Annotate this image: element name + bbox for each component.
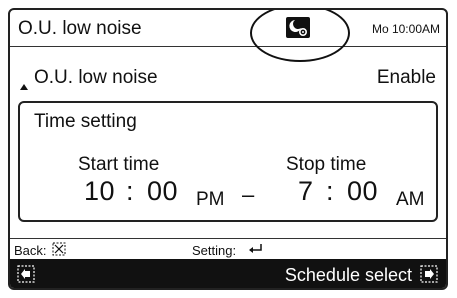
clock-display: Mo 10:00AM (371, 22, 440, 36)
enter-arrow-icon (246, 242, 264, 259)
schedule-select-label[interactable]: Schedule select (285, 265, 412, 286)
remote-controller-screen: O.U. low noise Mo 10:00AM O.U. low noise… (8, 8, 448, 290)
stop-minute[interactable]: 00 (347, 176, 378, 207)
start-period[interactable]: PM (196, 189, 225, 211)
cancel-box-icon (52, 242, 66, 259)
time-range-dash: – (242, 182, 255, 207)
setting-name: O.U. low noise (34, 67, 158, 88)
start-hour[interactable]: 10 (84, 176, 115, 207)
back-box-icon[interactable] (17, 265, 35, 283)
stop-time-separator: : (326, 176, 335, 206)
setting-row-ou-low-noise[interactable]: O.U. low noise Enable (10, 62, 446, 92)
highlight-circle (250, 10, 350, 62)
selection-cursor-icon (20, 84, 28, 90)
start-time-label: Start time (78, 154, 160, 175)
start-time-separator: : (126, 176, 135, 206)
forward-box-icon[interactable] (420, 265, 438, 283)
setting-hint-label: Setting: (192, 243, 237, 258)
stop-period[interactable]: AM (396, 189, 425, 211)
footer-bar: Schedule select (10, 259, 446, 288)
stop-time-label: Stop time (286, 154, 367, 175)
setting-value[interactable]: Enable (377, 67, 436, 89)
panel-title: Time setting (34, 111, 137, 132)
key-hints-bar: Back: Setting: (10, 238, 446, 261)
stop-hour[interactable]: 7 (298, 176, 314, 207)
time-setting-panel: Time setting Start time Stop time 10 : 0… (18, 101, 438, 222)
screen-title: O.U. low noise (18, 18, 142, 39)
back-hint-label: Back: (14, 243, 47, 258)
start-minute[interactable]: 00 (147, 176, 178, 207)
title-bar: O.U. low noise Mo 10:00AM (10, 10, 446, 47)
